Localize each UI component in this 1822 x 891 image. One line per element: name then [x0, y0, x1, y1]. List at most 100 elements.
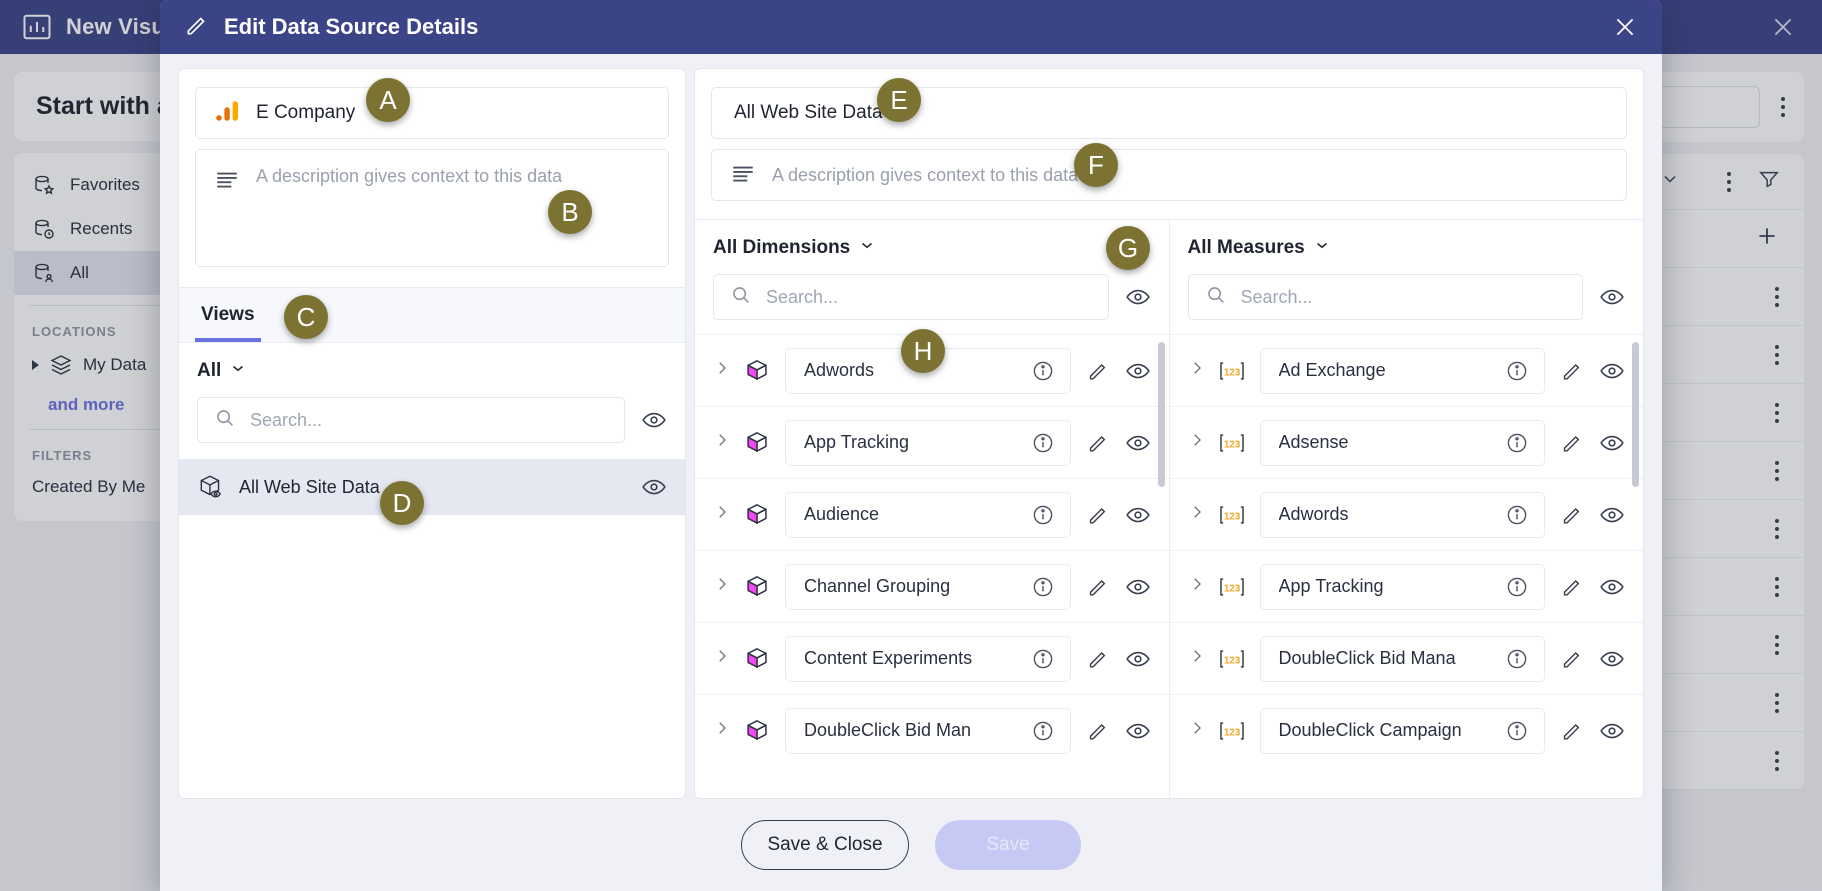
measure-row[interactable]: 123 Adsense [1169, 406, 1643, 478]
field-name-pill[interactable]: Audience [785, 491, 1071, 538]
field-name-pill[interactable]: Ad Exchange [1259, 347, 1545, 394]
eye-icon[interactable] [1125, 718, 1151, 744]
chevron-right-icon[interactable] [1188, 359, 1204, 382]
pencil-icon[interactable] [1559, 503, 1585, 527]
info-circle-icon[interactable] [1504, 575, 1530, 599]
eye-icon[interactable] [641, 407, 667, 433]
chevron-right-icon[interactable] [713, 719, 729, 742]
eye-icon[interactable] [1125, 358, 1151, 384]
field-name-pill[interactable]: DoubleClick Campaign [1259, 707, 1545, 754]
chevron-right-icon[interactable] [713, 359, 729, 382]
view-row[interactable]: All Web Site Data [179, 459, 685, 515]
measure-row[interactable]: 123 DoubleClick Campaign [1169, 694, 1643, 766]
dimensions-header[interactable]: All Dimensions [695, 220, 1169, 260]
info-circle-icon[interactable] [1030, 359, 1056, 383]
eye-icon[interactable] [1125, 430, 1151, 456]
chevron-down-icon[interactable] [1313, 236, 1331, 260]
chevron-right-icon[interactable] [1188, 647, 1204, 670]
info-circle-icon[interactable] [1030, 647, 1056, 671]
views-filter-dropdown[interactable]: All [179, 343, 685, 383]
dimensions-search-input[interactable]: Search... [713, 274, 1109, 320]
field-name-pill[interactable]: App Tracking [785, 419, 1071, 466]
chevron-right-icon[interactable] [1188, 431, 1204, 454]
view-description-placeholder: A description gives context to this data [772, 164, 1079, 185]
pencil-icon[interactable] [1559, 359, 1585, 383]
dimension-row[interactable]: Audience [695, 478, 1169, 550]
eye-icon[interactable] [1599, 284, 1625, 310]
eye-icon[interactable] [1599, 718, 1625, 744]
eye-icon[interactable] [1125, 284, 1151, 310]
dimension-row[interactable]: DoubleClick Bid Man [695, 694, 1169, 766]
pencil-icon[interactable] [1085, 719, 1111, 743]
field-name-pill[interactable]: Channel Grouping [785, 563, 1071, 610]
pencil-icon[interactable] [1559, 647, 1585, 671]
views-search-input[interactable]: Search... [197, 397, 625, 443]
tab-views[interactable]: Views [195, 288, 261, 342]
info-circle-icon[interactable] [1030, 719, 1056, 743]
chevron-right-icon[interactable] [713, 431, 729, 454]
field-name-pill[interactable]: Content Experiments [785, 635, 1071, 682]
pencil-icon[interactable] [1559, 719, 1585, 743]
measure-row[interactable]: 123 Adwords [1169, 478, 1643, 550]
chevron-right-icon[interactable] [1188, 719, 1204, 742]
measures-header[interactable]: All Measures [1170, 220, 1644, 260]
info-circle-icon[interactable] [1030, 503, 1056, 527]
data-source-name-field[interactable]: E Company [195, 87, 669, 139]
pencil-icon[interactable] [1559, 575, 1585, 599]
cube-icon [743, 502, 771, 528]
chevron-down-icon[interactable] [858, 236, 876, 260]
eye-icon[interactable] [1599, 646, 1625, 672]
info-circle-icon[interactable] [1504, 431, 1530, 455]
measure-row[interactable]: 123 DoubleClick Bid Mana [1169, 622, 1643, 694]
dimension-row[interactable]: Channel Grouping [695, 550, 1169, 622]
chevron-right-icon[interactable] [1188, 575, 1204, 598]
field-name-pill[interactable]: DoubleClick Bid Man [785, 707, 1071, 754]
pencil-icon[interactable] [1085, 575, 1111, 599]
info-circle-icon[interactable] [1504, 503, 1530, 527]
chevron-right-icon[interactable] [713, 503, 729, 526]
field-name-pill[interactable]: App Tracking [1259, 563, 1545, 610]
dimensions-scrollbar[interactable] [1157, 340, 1165, 792]
field-name-pill[interactable]: Adsense [1259, 419, 1545, 466]
measures-search-input[interactable]: Search... [1187, 274, 1583, 320]
close-icon[interactable] [1612, 14, 1638, 40]
eye-icon[interactable] [1599, 358, 1625, 384]
field-name-pill[interactable]: DoubleClick Bid Mana [1259, 635, 1545, 682]
views-tabs-bar: Views [179, 287, 685, 343]
dimension-row[interactable]: Content Experiments [695, 622, 1169, 694]
chevron-right-icon[interactable] [1188, 503, 1204, 526]
eye-icon[interactable] [641, 474, 667, 500]
pencil-icon[interactable] [1085, 431, 1111, 455]
pencil-icon[interactable] [1559, 431, 1585, 455]
chevron-right-icon[interactable] [713, 575, 729, 598]
pencil-icon[interactable] [1085, 503, 1111, 527]
info-circle-icon[interactable] [1030, 431, 1056, 455]
field-name-pill[interactable]: Adwords [1259, 491, 1545, 538]
pencil-icon[interactable] [1085, 359, 1111, 383]
chevron-down-icon[interactable] [229, 359, 247, 383]
save-and-close-button[interactable]: Save & Close [741, 820, 909, 870]
view-name-field[interactable]: All Web Site Data [711, 87, 1627, 139]
info-circle-icon[interactable] [1504, 719, 1530, 743]
eye-icon[interactable] [1599, 502, 1625, 528]
eye-icon[interactable] [1599, 430, 1625, 456]
svg-text:123: 123 [1223, 655, 1240, 666]
view-description-field[interactable]: A description gives context to this data [711, 149, 1627, 201]
info-circle-icon[interactable] [1504, 359, 1530, 383]
eye-icon[interactable] [1125, 646, 1151, 672]
measure-row[interactable]: 123 App Tracking [1169, 550, 1643, 622]
eye-icon[interactable] [1599, 574, 1625, 600]
eye-icon[interactable] [1125, 574, 1151, 600]
pencil-icon[interactable] [1085, 647, 1111, 671]
info-circle-icon[interactable] [1030, 575, 1056, 599]
measures-scrollbar[interactable] [1632, 340, 1639, 792]
search-icon [214, 407, 236, 434]
measure-row[interactable]: 123 Ad Exchange [1169, 334, 1643, 406]
info-circle-icon[interactable] [1504, 647, 1530, 671]
cube-icon [743, 574, 771, 600]
eye-icon[interactable] [1125, 502, 1151, 528]
measures-header-label: All Measures [1187, 237, 1305, 258]
dimension-row[interactable]: App Tracking [695, 406, 1169, 478]
data-source-description-field[interactable]: A description gives context to this data [195, 149, 669, 267]
chevron-right-icon[interactable] [713, 647, 729, 670]
